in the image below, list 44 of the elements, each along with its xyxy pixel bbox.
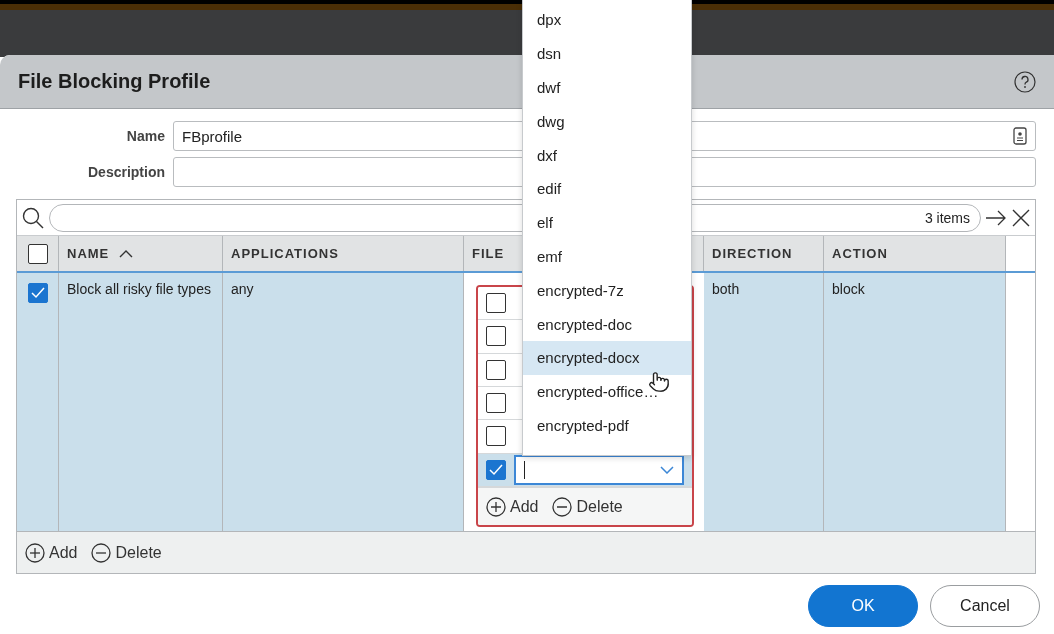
checkbox[interactable] xyxy=(27,243,48,264)
delete-button[interactable]: Delete xyxy=(552,496,623,517)
search-icon[interactable] xyxy=(21,205,45,230)
arrow-right-icon[interactable] xyxy=(985,208,1007,227)
combo-field[interactable] xyxy=(514,454,684,485)
checkbox[interactable] xyxy=(486,393,506,414)
ok-button[interactable]: OK xyxy=(808,585,918,627)
dropdown-option[interactable]: encrypted-7z xyxy=(523,273,691,308)
dropdown-option[interactable]: encrypted-doc xyxy=(523,307,691,341)
dropdown-option[interactable]: edif xyxy=(523,172,691,206)
dialog-title: File Blocking Profile xyxy=(18,70,211,93)
close-icon[interactable] xyxy=(1011,207,1031,228)
checkbox[interactable] xyxy=(486,293,506,314)
column-header[interactable]: DIRECTION xyxy=(704,236,824,271)
minus-circle-icon xyxy=(552,496,573,517)
checkbox[interactable] xyxy=(486,426,506,447)
dropdown-option[interactable]: dpx xyxy=(523,3,691,37)
checkbox[interactable] xyxy=(486,359,506,380)
dropdown-option[interactable]: encrypted-office… xyxy=(523,374,691,409)
plus-circle-icon xyxy=(25,542,45,563)
dropdown-option[interactable]: elf xyxy=(523,205,691,240)
delete-button[interactable]: Delete xyxy=(91,542,162,563)
checkbox[interactable] xyxy=(27,283,48,303)
field-label: Description xyxy=(87,164,165,180)
dropdown-option[interactable]: encrypted-pdf xyxy=(523,408,691,443)
plus-circle-icon xyxy=(486,496,506,517)
dropdown-option[interactable]: dsn xyxy=(523,36,691,71)
dropdown-option[interactable]: encrypted-docx xyxy=(523,340,691,375)
minus-circle-icon xyxy=(91,542,112,563)
dropdown-option[interactable]: emf xyxy=(523,239,691,274)
empty-column-header xyxy=(1006,236,1035,271)
field-label: Name xyxy=(125,128,165,144)
chevron-down-icon[interactable] xyxy=(660,465,674,474)
column-header[interactable]: APPLICATIONS xyxy=(223,236,464,271)
field-value: FBprofile xyxy=(182,127,243,145)
checkbox[interactable] xyxy=(486,459,506,480)
checkbox[interactable] xyxy=(486,326,506,347)
cancel-button[interactable]: Cancel xyxy=(930,585,1040,627)
item-count: 3 items xyxy=(924,209,970,226)
dropdown-option[interactable]: dwf xyxy=(523,70,691,105)
column-header[interactable]: NAME xyxy=(59,236,223,271)
add-button[interactable]: Add xyxy=(25,542,78,563)
help-icon[interactable] xyxy=(1014,70,1036,93)
add-button[interactable]: Add xyxy=(486,496,539,517)
